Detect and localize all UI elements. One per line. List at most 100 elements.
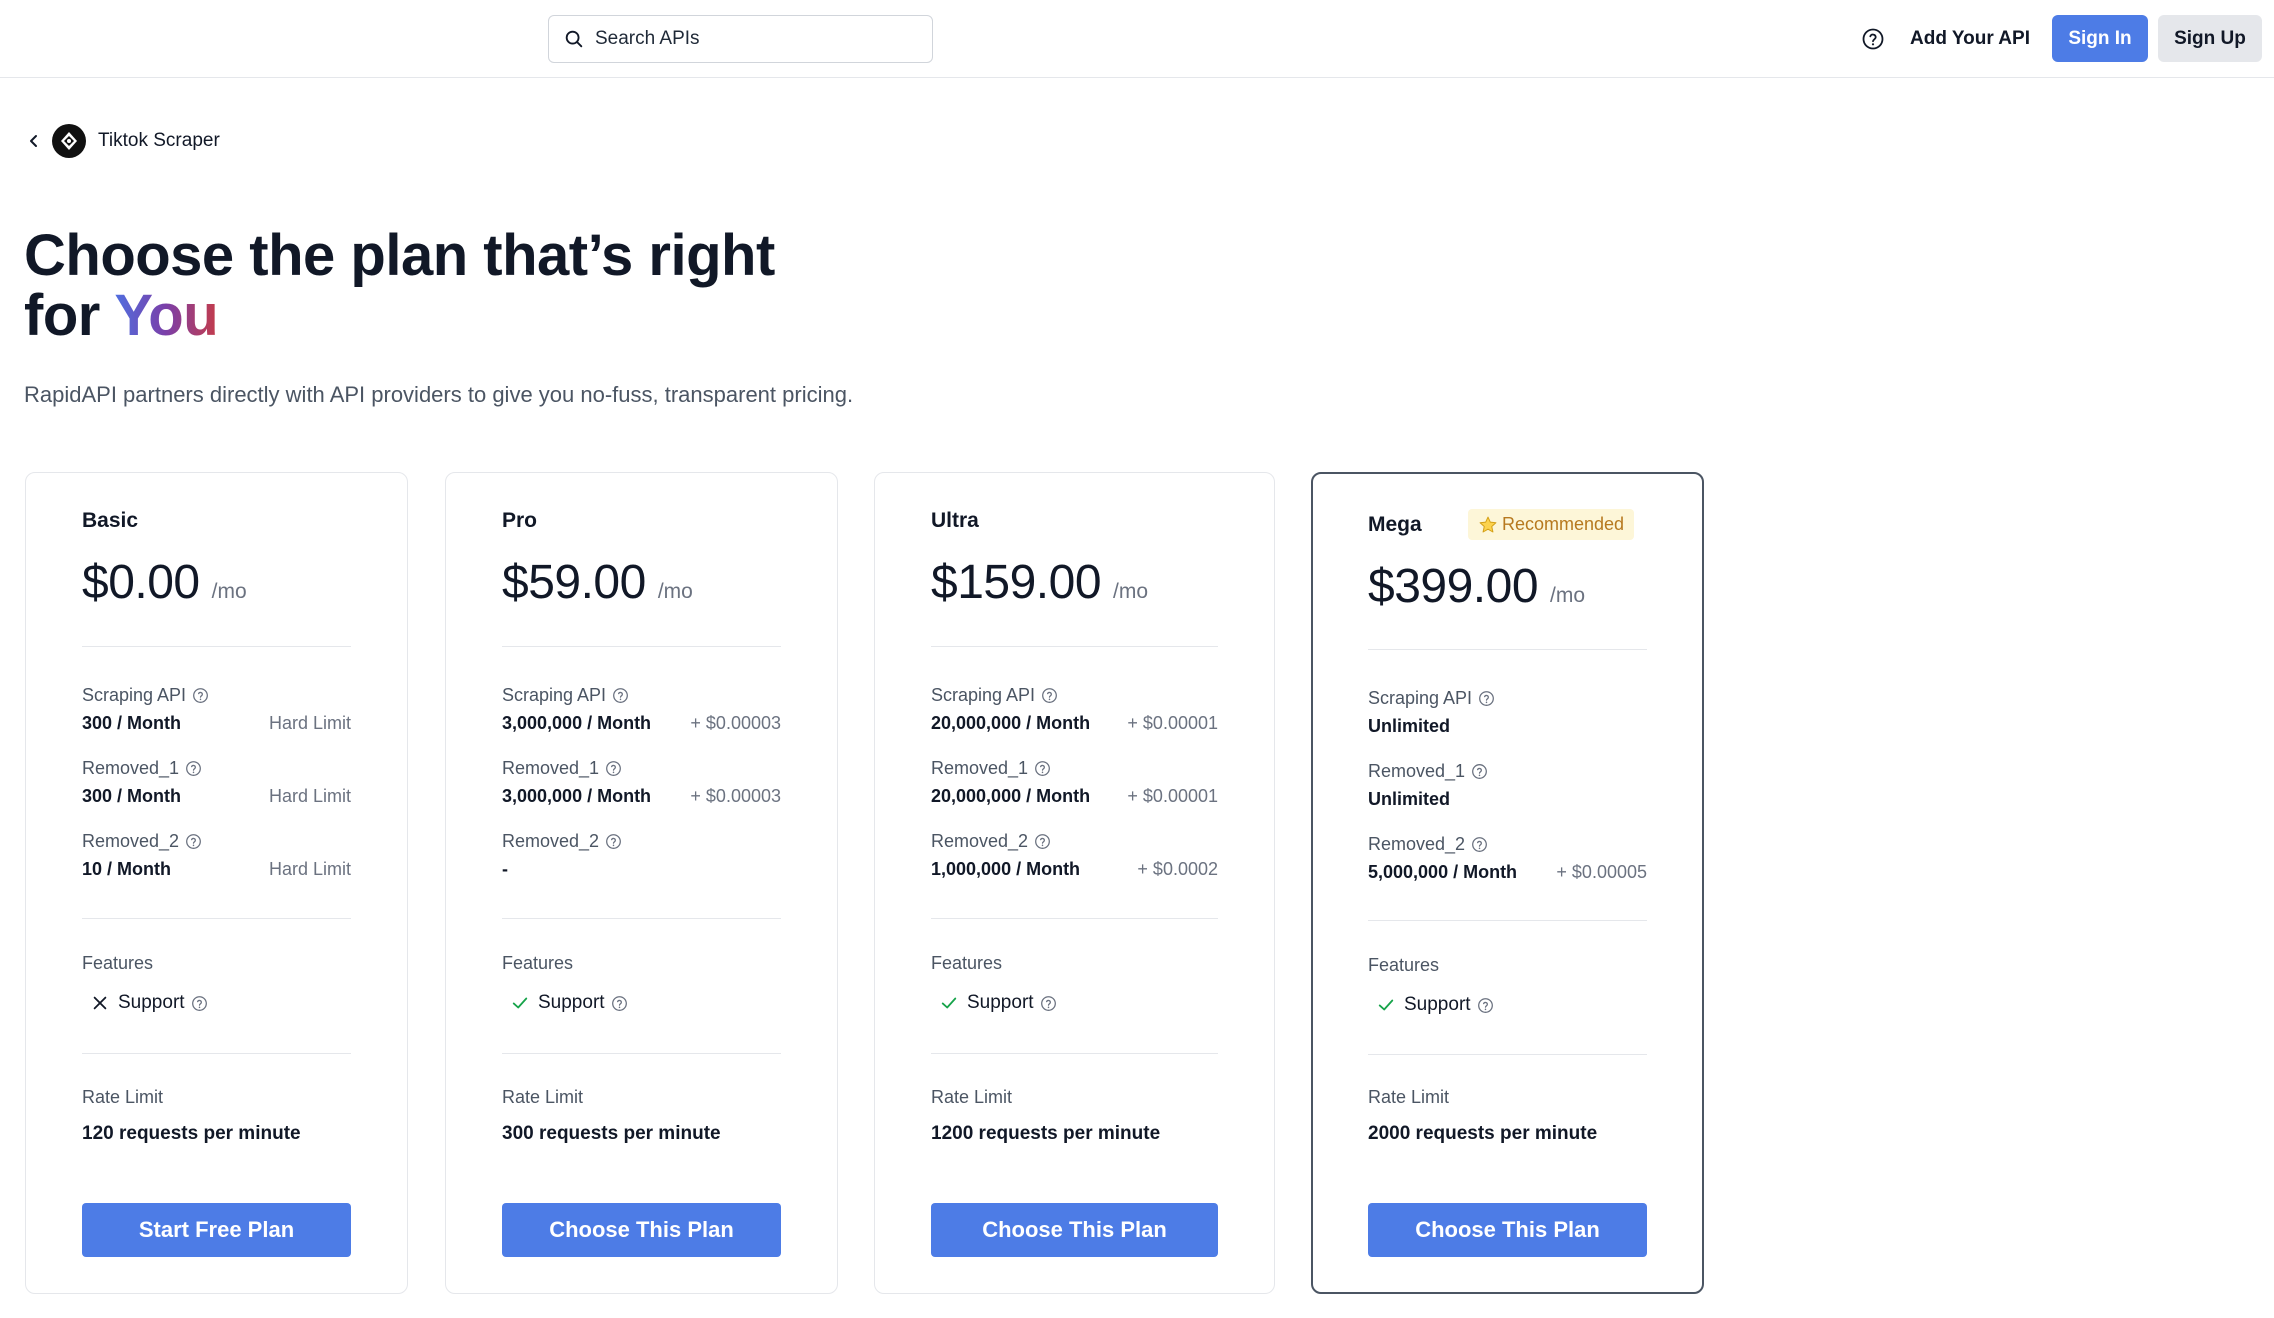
limit-name: Removed_2	[502, 830, 600, 851]
limit-value: 1,000,000 / Month	[931, 859, 1081, 879]
limit-row: Scraping API 20,000,000 / Month + $0.000…	[931, 683, 1218, 739]
check-icon	[510, 993, 530, 1013]
divider	[502, 918, 781, 919]
question-circle-icon[interactable]	[1040, 995, 1057, 1012]
limit-row: Removed_1 300 / Month Hard Limit	[82, 756, 351, 812]
feature-support: Support	[90, 991, 208, 1015]
star-icon	[1479, 516, 1497, 532]
search-input[interactable]	[595, 28, 915, 50]
divider	[82, 918, 351, 919]
search-box[interactable]	[548, 15, 933, 63]
sign-in-button[interactable]: Sign In	[2052, 15, 2148, 62]
question-circle-icon[interactable]	[1041, 687, 1058, 704]
limit-value: 300 / Month	[82, 713, 182, 733]
limit-value: Unlimited	[1368, 789, 1451, 809]
rate-limit-value: 2000 requests per minute	[1368, 1123, 1598, 1144]
price-row: $59.00 /mo	[502, 555, 693, 610]
add-your-api-link[interactable]: Add Your API	[1910, 24, 2030, 54]
plan-price: $0.00	[82, 556, 200, 609]
limit-name: Scraping API	[931, 684, 1036, 705]
feature-name: Support	[1404, 994, 1471, 1015]
question-circle-icon[interactable]	[192, 687, 209, 704]
plan-price: $399.00	[1368, 560, 1539, 613]
rate-limit-label: Rate Limit	[502, 1087, 584, 1107]
recommended-label: Recommended	[1502, 514, 1625, 534]
limit-row: Removed_1 Unlimited	[1368, 759, 1647, 815]
back-button[interactable]	[24, 131, 44, 151]
help-button[interactable]	[1858, 24, 1888, 54]
feature-name: Support	[967, 992, 1034, 1013]
price-row: $0.00 /mo	[82, 555, 247, 610]
question-circle-icon[interactable]	[185, 833, 202, 850]
feature-support: Support	[939, 991, 1057, 1015]
divider	[1368, 1054, 1647, 1055]
plan-name: Basic	[82, 509, 139, 532]
limit-overage: + $0.00005	[1556, 862, 1647, 882]
recommended-badge: Recommended	[1468, 509, 1635, 540]
limit-row: Removed_2 -	[502, 829, 781, 885]
limit-overage: Hard Limit	[268, 713, 351, 733]
limit-name: Removed_1	[931, 757, 1029, 778]
question-circle-icon	[1862, 28, 1884, 50]
divider	[1368, 649, 1647, 650]
question-circle-icon[interactable]	[191, 995, 208, 1012]
limit-value: 20,000,000 / Month	[931, 786, 1091, 806]
limit-name: Removed_2	[931, 830, 1029, 851]
limit-row: Removed_2 10 / Month Hard Limit	[82, 829, 351, 885]
divider	[1368, 920, 1647, 921]
api-logo	[52, 124, 86, 158]
limit-value: Unlimited	[1368, 716, 1451, 736]
limit-name: Removed_1	[502, 757, 600, 778]
plan-card-mega: Mega Recommended $399.00 /mo Scraping AP…	[1311, 472, 1704, 1294]
limit-overage: + $0.00001	[1127, 713, 1218, 733]
feature-name: Support	[538, 992, 605, 1013]
plan-period: /mo	[1550, 584, 1586, 607]
question-circle-icon[interactable]	[605, 760, 622, 777]
question-circle-icon[interactable]	[612, 687, 629, 704]
limit-name: Removed_1	[1368, 760, 1466, 781]
plan-price: $159.00	[931, 556, 1102, 609]
divider	[931, 1053, 1218, 1054]
question-circle-icon[interactable]	[1471, 763, 1488, 780]
title-line-1: Choose the plan that’s right	[24, 223, 775, 288]
limit-overage: + $0.00003	[690, 713, 781, 733]
divider	[502, 1053, 781, 1054]
sign-up-button[interactable]: Sign Up	[2158, 15, 2262, 62]
limit-overage: Hard Limit	[268, 859, 351, 879]
question-circle-icon[interactable]	[611, 995, 628, 1012]
rate-limit-label: Rate Limit	[1368, 1087, 1450, 1107]
question-circle-icon[interactable]	[1471, 836, 1488, 853]
features-label: Features	[502, 953, 574, 973]
divider	[82, 646, 351, 647]
limit-row: Scraping API Unlimited	[1368, 686, 1647, 742]
plan-period: /mo	[211, 580, 247, 603]
choose-ultra-plan-button[interactable]: Choose This Plan	[931, 1203, 1218, 1257]
x-icon	[90, 993, 110, 1013]
divider	[82, 1053, 351, 1054]
question-circle-icon[interactable]	[1034, 760, 1051, 777]
question-circle-icon[interactable]	[1478, 690, 1495, 707]
question-circle-icon[interactable]	[1034, 833, 1051, 850]
choose-pro-plan-button[interactable]: Choose This Plan	[502, 1203, 781, 1257]
limit-overage: + $0.00003	[690, 786, 781, 806]
price-row: $399.00 /mo	[1368, 559, 1585, 614]
question-circle-icon[interactable]	[605, 833, 622, 850]
limit-name: Removed_2	[82, 830, 180, 851]
title-you: You	[114, 283, 219, 348]
page-title: Choose the plan that’s right for You	[24, 226, 775, 346]
question-circle-icon[interactable]	[185, 760, 202, 777]
divider	[931, 918, 1218, 919]
limit-value: 20,000,000 / Month	[931, 713, 1091, 733]
api-name-link[interactable]: Tiktok Scraper	[98, 130, 220, 152]
start-free-plan-button[interactable]: Start Free Plan	[82, 1203, 351, 1257]
question-circle-icon[interactable]	[1477, 997, 1494, 1014]
limit-value: 10 / Month	[82, 859, 171, 879]
limit-row: Removed_2 1,000,000 / Month + $0.0002	[931, 829, 1218, 885]
top-navbar: Add Your API Sign In Sign Up	[0, 0, 2274, 78]
title-line-2: for You	[24, 286, 775, 346]
tiktok-scraper-logo-icon	[61, 132, 77, 150]
limit-row: Removed_1 3,000,000 / Month + $0.00003	[502, 756, 781, 812]
limit-row: Removed_2 5,000,000 / Month + $0.00005	[1368, 832, 1647, 888]
divider	[502, 646, 781, 647]
choose-mega-plan-button[interactable]: Choose This Plan	[1368, 1203, 1647, 1257]
